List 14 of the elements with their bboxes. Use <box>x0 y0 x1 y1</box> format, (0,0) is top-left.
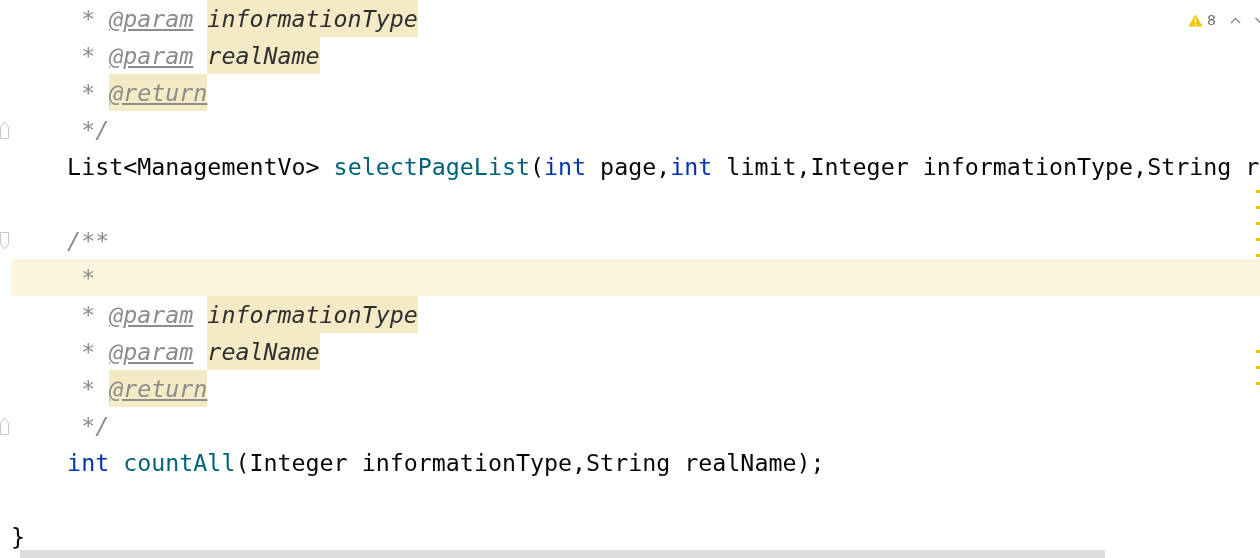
warning-count: 8 <box>1207 12 1216 28</box>
code-line: List<ManagementVo> selectPageList(int page,int limit,Integer informationType,String r <box>66 152 1260 182</box>
code-line: int countAll(Integer informationType,String realName); <box>66 448 825 478</box>
code-line: */ <box>80 115 110 145</box>
fold-icon[interactable] <box>0 416 9 435</box>
fold-icon[interactable] <box>0 231 9 250</box>
code-line: * @param realName <box>11 333 320 370</box>
code-line: * @param realName <box>11 37 320 74</box>
fold-icon[interactable] <box>0 120 9 139</box>
horizontal-scrollbar[interactable] <box>20 550 1105 558</box>
warning-icon[interactable] <box>1188 13 1204 27</box>
code-line: } <box>11 522 26 552</box>
code-line: /** <box>66 226 110 256</box>
code-line: */ <box>80 411 110 441</box>
